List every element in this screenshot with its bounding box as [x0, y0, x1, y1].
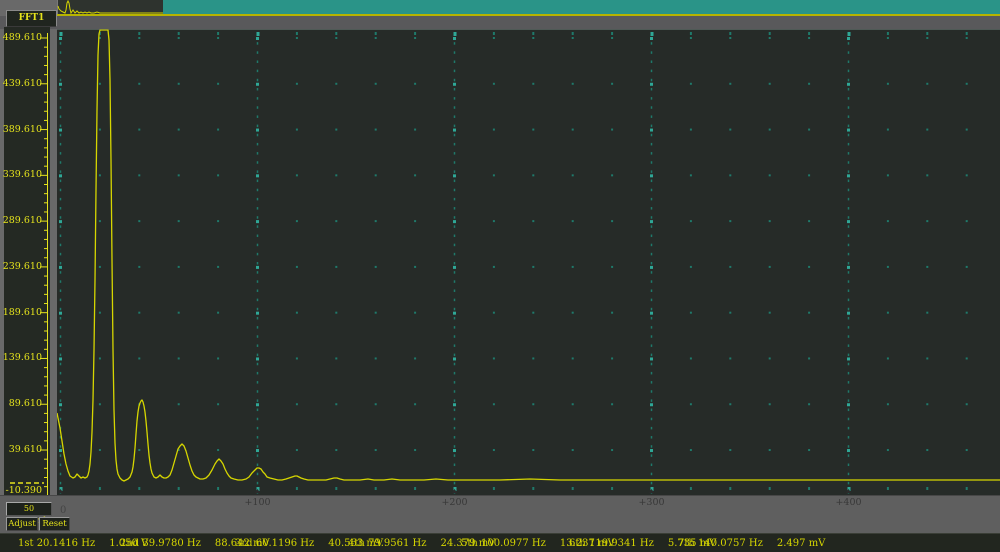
- x-axis-tick-label: +400: [835, 497, 862, 508]
- x-axis-tick-label: +100: [244, 497, 271, 508]
- harmonic-frequency: 3rd 60.1196 Hz: [235, 538, 315, 549]
- x-axis-origin-label: 0: [60, 505, 67, 516]
- spectrum-overview-thumbnail[interactable]: [57, 0, 164, 15]
- channel-tab-fft1[interactable]: FFT1: [6, 10, 57, 27]
- harmonic-amplitude: 2.497 mV: [776, 538, 826, 549]
- x-axis-tick-label: +200: [441, 497, 468, 508]
- harmonic-frequency: 1st 20.1416 Hz: [18, 538, 96, 549]
- spectrum-plot-area[interactable]: [57, 29, 1000, 495]
- harmonic-frequency: 6th 119.9341 Hz: [569, 538, 654, 549]
- vertical-scale-indicator[interactable]: 50 mV/Grid: [6, 502, 52, 525]
- overview-trace: [57, 0, 163, 15]
- harmonic-frequency: 4th 79.9561 Hz: [348, 538, 427, 549]
- zoom-region-scrollbar[interactable]: [163, 0, 1000, 15]
- harmonic-frequency: 5th 100.0977 Hz: [461, 538, 546, 549]
- harmonic-frequency: 7th 140.0757 Hz: [678, 538, 763, 549]
- reset-button[interactable]: Reset: [39, 517, 70, 531]
- harmonic-measurement: 7th 140.0757 Hz 2.497 mV: [678, 538, 825, 549]
- header-strip: [0, 16, 1000, 29]
- x-axis-tick-label: +300: [638, 497, 665, 508]
- harmonic-frequency: 2nd 39.9780 Hz: [120, 538, 201, 549]
- adjust-button[interactable]: Adjust: [6, 517, 38, 531]
